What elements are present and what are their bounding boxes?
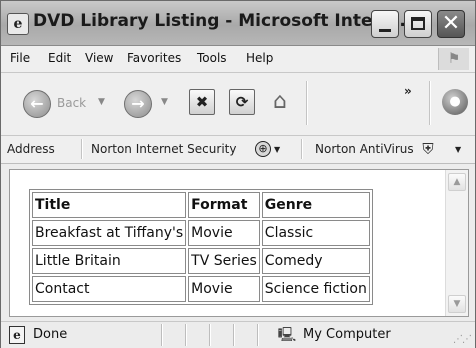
table-cell: Science fiction bbox=[261, 276, 370, 302]
table-row: Contact Movie Science fiction bbox=[32, 276, 370, 302]
vertical-scrollbar[interactable]: ▲ ▼ bbox=[445, 170, 468, 316]
dvd-library-table: Title Format Genre Breakfast at Tiffany'… bbox=[29, 189, 373, 305]
browser-window: e DVD Library Listing - Microsoft Intern… bbox=[0, 0, 476, 348]
back-button[interactable]: ← bbox=[23, 90, 51, 118]
norton-internet-security-button[interactable]: Norton Internet Security bbox=[91, 142, 236, 156]
addressbar-separator bbox=[81, 139, 83, 159]
arrow-right-icon: → bbox=[131, 94, 145, 113]
column-header: Format bbox=[188, 192, 260, 218]
close-button[interactable]: ✕ bbox=[437, 10, 465, 38]
security-zone: My Computer bbox=[303, 327, 391, 342]
toolbar-chevron[interactable]: » bbox=[404, 84, 412, 98]
norton-antivirus-button[interactable]: Norton AntiVirus bbox=[315, 142, 414, 156]
refresh-icon: ⟳ bbox=[235, 93, 249, 111]
status-text: Done bbox=[33, 327, 68, 342]
computer-icon: 🖳 bbox=[277, 327, 297, 343]
scroll-down-icon[interactable]: ▼ bbox=[448, 295, 466, 313]
table-cell: TV Series bbox=[188, 248, 260, 274]
status-bar: e Done 🖳 My Computer ⋰⋰ bbox=[1, 321, 475, 348]
status-separator bbox=[161, 324, 163, 346]
standard-toolbar: ← Back ▼ → ▼ ✖ ⟳ ⌂ » ● bbox=[1, 73, 475, 136]
minimize-button[interactable] bbox=[371, 10, 399, 38]
stop-icon: ✖ bbox=[195, 93, 209, 111]
page-icon: e bbox=[9, 326, 25, 344]
minimize-icon bbox=[379, 29, 391, 32]
table-cell: Contact bbox=[32, 276, 187, 302]
forward-dropdown-icon[interactable]: ▼ bbox=[161, 97, 168, 107]
menu-help[interactable]: Help bbox=[246, 51, 273, 65]
ie-icon: e bbox=[7, 13, 29, 35]
maximize-button[interactable] bbox=[404, 10, 432, 38]
home-icon: ⌂ bbox=[273, 89, 287, 114]
status-separator bbox=[257, 324, 259, 346]
maximize-icon bbox=[411, 17, 425, 30]
back-dropdown-icon[interactable]: ▼ bbox=[98, 97, 105, 107]
messenger-icon[interactable]: ● bbox=[442, 89, 468, 115]
menu-tools[interactable]: Tools bbox=[197, 51, 227, 65]
resize-grip-icon[interactable]: ⋰⋰ bbox=[453, 334, 472, 345]
norton-av-dropdown-icon[interactable]: ▼ bbox=[455, 145, 461, 154]
arrow-left-icon: ← bbox=[30, 94, 44, 113]
table-cell: Little Britain bbox=[32, 248, 187, 274]
menu-view[interactable]: View bbox=[85, 51, 113, 65]
toolbar-separator bbox=[306, 81, 308, 125]
home-button[interactable]: ⌂ bbox=[266, 89, 294, 115]
addressbar-separator bbox=[301, 139, 303, 159]
table-header-row: Title Format Genre bbox=[32, 192, 370, 218]
column-header: Title bbox=[32, 192, 187, 218]
close-icon: ✕ bbox=[441, 11, 461, 36]
status-separator bbox=[185, 324, 187, 346]
windows-flag-icon: ⚑ bbox=[438, 48, 469, 70]
table-row: Little Britain TV Series Comedy bbox=[32, 248, 370, 274]
back-label[interactable]: Back bbox=[57, 96, 86, 110]
menu-file[interactable]: File bbox=[10, 51, 30, 65]
address-bar: Address Norton Internet Security ⊕ ▼ Nor… bbox=[1, 136, 475, 164]
scroll-up-icon[interactable]: ▲ bbox=[448, 173, 466, 191]
table-cell: Classic bbox=[261, 220, 370, 246]
forward-button[interactable]: → bbox=[124, 90, 152, 118]
title-bar[interactable]: e DVD Library Listing - Microsoft Intern… bbox=[1, 1, 475, 46]
menu-edit[interactable]: Edit bbox=[48, 51, 71, 65]
table-cell: Movie bbox=[188, 276, 260, 302]
status-separator bbox=[233, 324, 235, 346]
norton-is-dropdown-icon[interactable]: ▼ bbox=[274, 145, 280, 154]
page-content: Title Format Genre Breakfast at Tiffany'… bbox=[9, 169, 469, 317]
table-cell: Movie bbox=[188, 220, 260, 246]
status-separator bbox=[209, 324, 211, 346]
column-header: Genre bbox=[261, 192, 370, 218]
window-title: DVD Library Listing - Microsoft Intern..… bbox=[33, 11, 413, 31]
refresh-button[interactable]: ⟳ bbox=[229, 89, 255, 115]
toolbar-separator bbox=[429, 81, 431, 125]
globe-icon[interactable]: ⊕ bbox=[255, 141, 271, 157]
shield-icon[interactable]: ⛨ bbox=[420, 140, 436, 158]
menu-favorites[interactable]: Favorites bbox=[127, 51, 181, 65]
table-cell: Comedy bbox=[261, 248, 370, 274]
address-label[interactable]: Address bbox=[7, 142, 55, 156]
table-cell: Breakfast at Tiffany's bbox=[32, 220, 187, 246]
menu-bar: File Edit View Favorites Tools Help ⚑ bbox=[1, 46, 475, 73]
table-row: Breakfast at Tiffany's Movie Classic bbox=[32, 220, 370, 246]
stop-button[interactable]: ✖ bbox=[189, 89, 215, 115]
